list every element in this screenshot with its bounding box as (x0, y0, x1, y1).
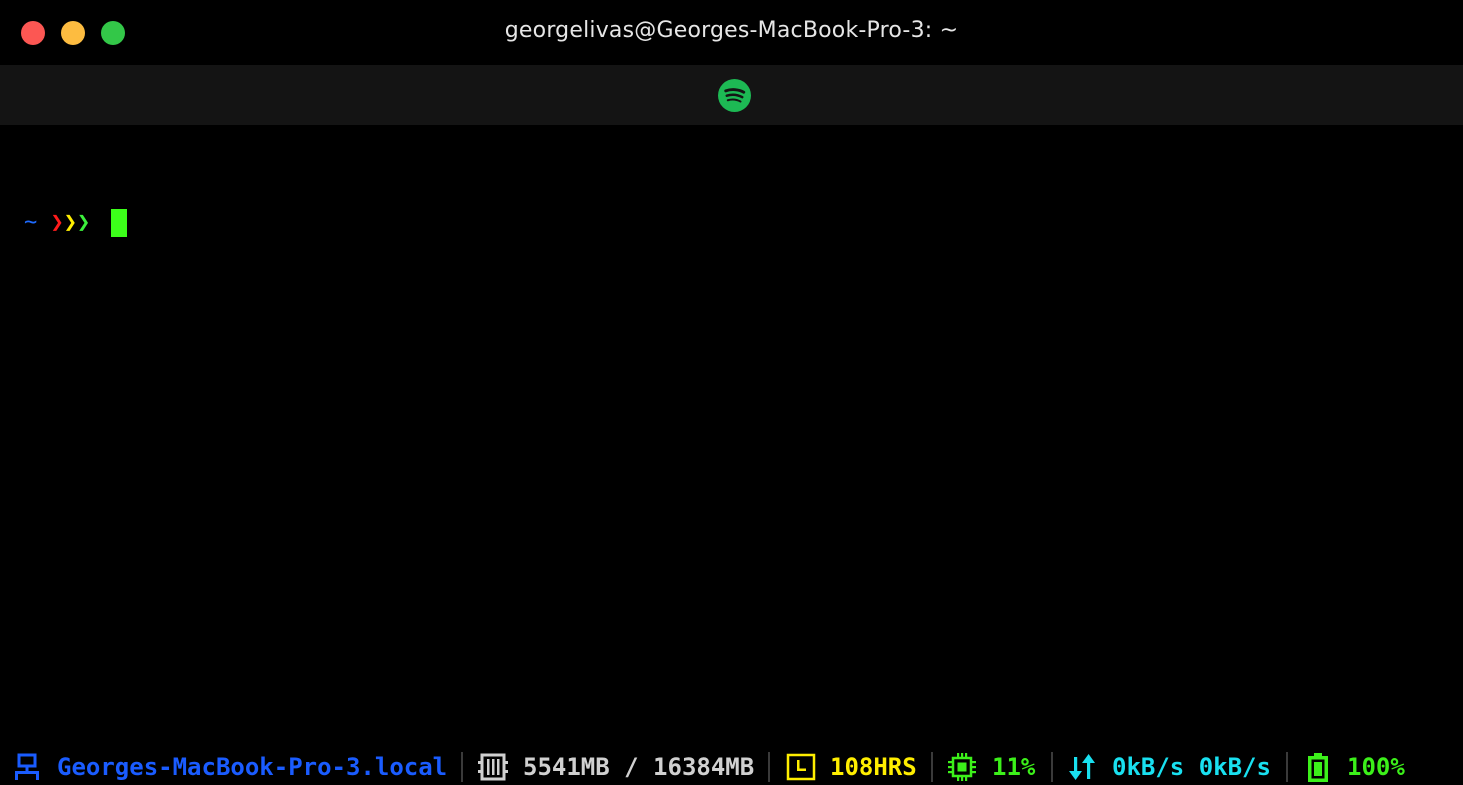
hostname-label: Georges-MacBook-Pro-3.local (57, 753, 448, 781)
status-separator (1051, 752, 1053, 782)
battery-level: 100% (1347, 753, 1405, 781)
battery-icon (1308, 753, 1328, 782)
prompt-arrow: ❯ (50, 210, 64, 235)
shell-prompt: ~ ❯❯❯ (24, 209, 90, 237)
status-separator (1286, 752, 1288, 782)
memory-icon (478, 753, 508, 781)
prompt-arrow: ❯ (63, 210, 77, 235)
up-down-arrows-icon (1069, 754, 1095, 780)
spotify-icon[interactable] (718, 79, 751, 112)
prompt-arrow: ❯ (77, 210, 91, 235)
text-cursor (111, 209, 127, 237)
status-separator (768, 752, 770, 782)
memory-usage: 5541MB / 16384MB (523, 753, 755, 781)
tab-bar (0, 65, 1463, 125)
title-bar: georgelivas@Georges-MacBook-Pro-3: ~ (0, 0, 1463, 65)
cpu-icon (948, 753, 976, 781)
network-throughput: 0kB/s 0kB/s (1112, 753, 1271, 781)
status-separator (931, 752, 933, 782)
network-icon (15, 753, 39, 780)
terminal-area[interactable]: ~ ❯❯❯ (0, 125, 1463, 745)
status-separator (461, 752, 463, 782)
cpu-usage: 11% (992, 753, 1036, 781)
prompt-cwd: ~ (24, 210, 38, 235)
terminal-window: georgelivas@Georges-MacBook-Pro-3: ~ ~ ❯… (0, 0, 1463, 785)
uptime-value: 108HRS (830, 753, 917, 781)
clock-icon (786, 753, 816, 781)
status-bar: Georges-MacBook-Pro-3.local 5541MB / 163… (0, 748, 1463, 785)
window-title: georgelivas@Georges-MacBook-Pro-3: ~ (504, 18, 959, 43)
